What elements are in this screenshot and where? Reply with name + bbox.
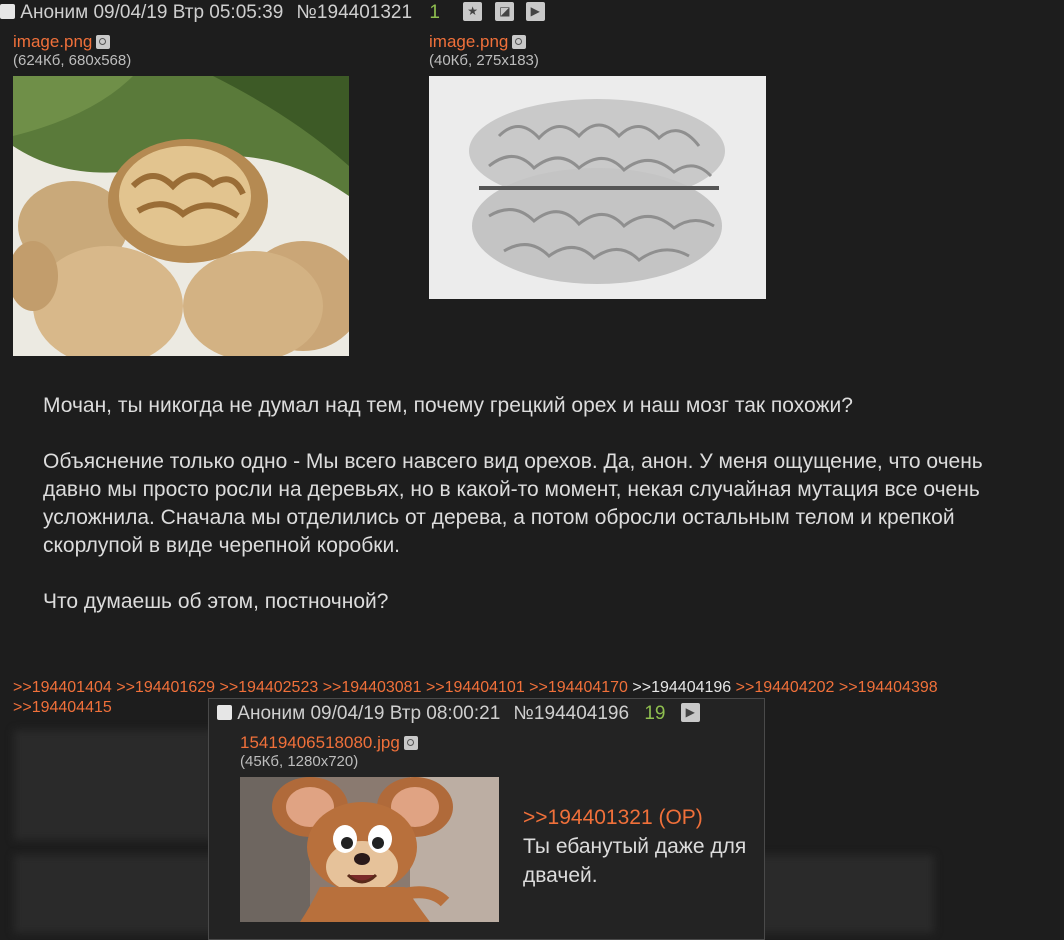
reply-link[interactable]: >>194404202 xyxy=(736,679,835,696)
popup-author: Аноним xyxy=(237,703,306,724)
popup-quote-link[interactable]: >>194401321 (OP) xyxy=(523,803,753,832)
blurred-post xyxy=(14,730,214,840)
post-count: 1 xyxy=(429,2,440,23)
zoom-icon[interactable] xyxy=(512,35,527,49)
reply-link[interactable]: >>194404101 xyxy=(426,679,525,696)
popup-checkbox[interactable] xyxy=(217,705,232,720)
popup-file-meta: 15419406518080.jpg (45Кб, 1280x720) xyxy=(240,733,418,771)
post-checkbox[interactable] xyxy=(0,4,15,19)
reply-link[interactable]: >>194404170 xyxy=(529,679,628,696)
file-1-name[interactable]: image.png xyxy=(13,32,92,51)
reply-link[interactable]: >>194401629 xyxy=(116,679,215,696)
file-1-meta: image.png (624Кб, 680x568) xyxy=(13,32,131,70)
post-author: Аноним xyxy=(20,2,89,23)
file-2-name[interactable]: image.png xyxy=(429,32,508,51)
reply-link[interactable]: >>194403081 xyxy=(323,679,422,696)
play-icon[interactable]: ▶ xyxy=(680,703,700,722)
popup-file-name[interactable]: 15419406518080.jpg xyxy=(240,733,400,752)
jerry-mouse-image[interactable] xyxy=(240,777,499,922)
play-icon[interactable]: ▶ xyxy=(525,2,545,21)
walnut-image[interactable] xyxy=(13,76,349,356)
popup-header: Аноним 09/04/19 Втр 08:00:21 №194404196 … xyxy=(217,703,700,725)
message-paragraph: Что думаешь об этом, постночной? xyxy=(43,590,389,613)
reply-link[interactable]: >>194404415 xyxy=(13,699,112,716)
popup-datetime: 09/04/19 Втр 08:00:21 xyxy=(310,703,501,724)
post-message: Мочан, ты никогда не думал над тем, поче… xyxy=(43,392,1033,616)
zoom-icon[interactable] xyxy=(96,35,111,49)
post-datetime: 09/04/19 Втр 05:05:39 xyxy=(93,2,284,23)
popup-message: >>194401321 (OP) Ты ебанутый даже для дв… xyxy=(523,803,753,890)
reply-link[interactable]: >>194402523 xyxy=(219,679,318,696)
brain-image[interactable] xyxy=(429,76,766,299)
popup-file-info: (45Кб, 1280x720) xyxy=(240,753,359,770)
message-paragraph: Мочан, ты никогда не думал над тем, поче… xyxy=(43,394,853,417)
file-2-info: (40Кб, 275x183) xyxy=(429,52,539,69)
zoom-icon[interactable] xyxy=(403,736,418,750)
message-paragraph: Объяснение только одно - Мы всего навсег… xyxy=(43,450,983,557)
popup-text: Ты ебанутый даже для двачей. xyxy=(523,835,747,887)
reply-link[interactable]: >>194401404 xyxy=(13,679,112,696)
file-2-meta: image.png (40Кб, 275x183) xyxy=(429,32,539,70)
popup-count: 19 xyxy=(644,703,666,724)
post-preview-popup: Аноним 09/04/19 Втр 08:00:21 №194404196 … xyxy=(208,698,765,940)
post-header: Аноним 09/04/19 Втр 05:05:39 №194401321 … xyxy=(0,2,545,24)
reply-link-active[interactable]: >>194404196 xyxy=(632,679,731,696)
reply-link[interactable]: >>194404398 xyxy=(839,679,938,696)
post-number[interactable]: №194401321 xyxy=(297,2,412,23)
star-icon[interactable]: ★ xyxy=(463,2,483,21)
popup-number[interactable]: №194404196 xyxy=(514,703,629,724)
hide-icon[interactable]: ◪ xyxy=(495,2,515,21)
file-1-info: (624Кб, 680x568) xyxy=(13,52,132,69)
